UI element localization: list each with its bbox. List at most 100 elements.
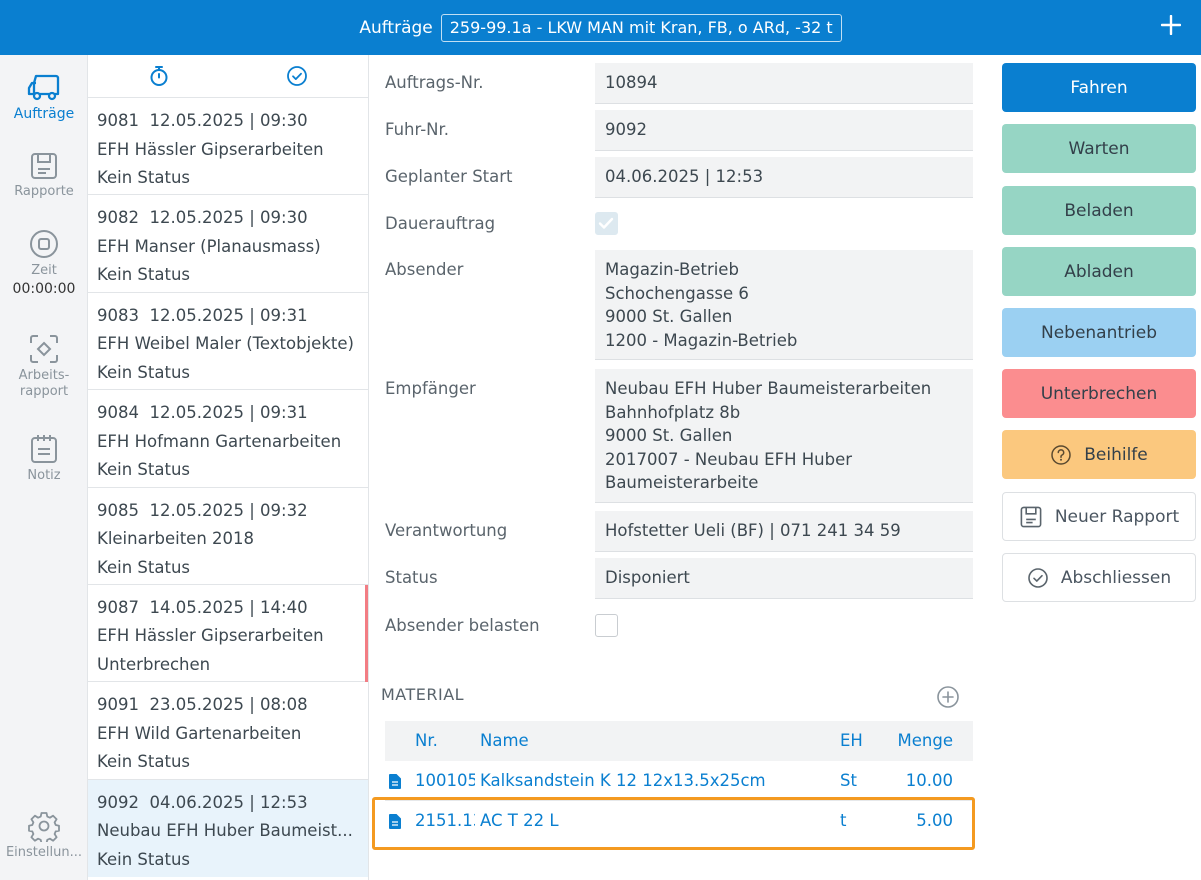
truck-icon [27,74,60,101]
list-item[interactable]: 9081 12.05.2025 | 09:30 EFH Hässler Gips… [88,98,368,196]
report-icon [1020,506,1042,527]
order-name: EFH Weibel Maler (Textobjekte) [97,334,354,354]
neuer-rapport-button[interactable]: Neuer Rapport [1002,492,1196,541]
field-label: Absender [385,260,464,279]
abschliessen-label: Abschliessen [1060,567,1172,588]
list-item-selected[interactable]: 9092 04.06.2025 | 12:53 Neubau EFH Huber… [88,779,368,878]
material-nr: 100105 [415,771,475,790]
address-line: 2017007 - Neubau EFH Huber [605,449,853,469]
address-line: Bahnhofplatz 8b [605,402,741,422]
nav-item-zeit[interactable]: Zeit 00:00:00 [0,228,88,297]
dauerauftrag-checkbox[interactable] [595,212,618,235]
list-item[interactable]: 9082 12.05.2025 | 09:30 EFH Manser (Plan… [88,195,368,293]
address-line: 1200 - Magazin-Betrieb [605,330,798,350]
field-label: Fuhr-Nr. [385,120,450,139]
beladen-button[interactable]: Beladen [1002,186,1196,235]
nav-item-arbeitsrapport[interactable]: Arbeits- rapport [0,333,88,400]
order-status: Kein Status [97,362,191,382]
address-line: Magazin-Betrieb [605,260,739,279]
order-list: 9081 12.05.2025 | 09:30 EFH Hässler Gips… [88,55,369,880]
document-icon [389,774,401,789]
list-item[interactable]: 9091 23.05.2025 | 08:08 EFH Wild Gartena… [88,682,368,780]
nav-label-auftraege: Aufträge [13,106,75,122]
absender-belasten-checkbox[interactable] [595,614,618,637]
nav-item-einstellungen[interactable]: Einstellun... [0,810,88,861]
status-value: Disponiert [595,558,973,599]
nav-item-rapporte[interactable]: Rapporte [0,151,88,200]
top-bar: Aufträge 259-99.1a - LKW MAN mit Kran, F… [0,0,1201,55]
order-number-date: 9087 14.05.2025 | 14:40 [97,597,308,617]
field-label: Absender belasten [385,616,540,635]
absender-value: Magazin-Betrieb Schochengasse 6 9000 St.… [595,250,973,360]
abladen-button[interactable]: Abladen [1002,247,1196,296]
abschliessen-button[interactable]: Abschliessen [1002,553,1196,602]
field-empfaenger: Empfänger Neubau EFH Huber Baumeisterarb… [385,369,973,503]
field-geplanter-start: Geplanter Start 04.06.2025 | 12:53 [385,157,973,198]
order-status: Kein Status [97,265,191,285]
field-absender: Absender Magazin-Betrieb Schochengasse 6… [385,250,973,360]
page-title: Aufträge [359,17,433,38]
check-circle-icon[interactable] [286,65,308,91]
nav-label-arbeitsrapport-1: Arbeits- [18,368,70,383]
order-status: Kein Status [97,849,191,869]
material-table-header: Nr. Name EH Menge [385,721,973,761]
table-row[interactable]: 100105 Kalksandstein K 12 12x13.5x25cm S… [385,761,973,801]
fuhr-nr-value: 9092 [595,110,973,151]
nebenantrieb-button[interactable]: Nebenantrieb [1002,308,1196,357]
plus-circle-icon [937,686,959,708]
gear-icon [28,812,60,842]
order-name: EFH Hofmann Gartenarbeiten [97,431,342,451]
order-name: EFH Manser (Planausmass) [97,236,321,256]
order-number-date: 9082 12.05.2025 | 09:30 [97,208,308,228]
material-section-title: MATERIAL [381,685,465,704]
list-item[interactable]: 9087 14.05.2025 | 14:40 EFH Hässler Gips… [88,584,368,683]
address-line: 9000 St. Gallen [605,307,733,326]
nav-label-rapporte: Rapporte [14,184,74,199]
order-status: Kein Status [97,557,191,577]
column-header-nr[interactable]: Nr. [415,721,475,761]
column-header-menge[interactable]: Menge [898,721,953,761]
column-header-eh[interactable]: EH [840,721,863,761]
material-table: Nr. Name EH Menge 100105 Kalksandstein K… [385,721,973,841]
calendar-note-icon [31,435,57,463]
table-row[interactable]: 2151.132 AC T 22 L t 5.00 [385,801,973,841]
vehicle-select[interactable]: 259-99.1a - LKW MAN mit Kran, FB, o ARd,… [440,13,842,42]
beihilfe-button[interactable]: Beihilfe [1002,430,1196,479]
material-name: Kalksandstein K 12 12x13.5x25cm [480,771,766,790]
fahren-button[interactable]: Fahren [1002,63,1196,112]
material-menge: 5.00 [916,811,953,830]
start-value: 04.06.2025 | 12:53 [595,157,973,198]
field-label: Dauerauftrag [385,214,496,233]
check-circle-icon [1028,567,1048,588]
status-marker [365,584,368,682]
focus-scan-icon [30,335,58,363]
stopwatch-icon[interactable] [148,65,170,91]
list-item[interactable]: 9083 12.05.2025 | 09:31 EFH Weibel Maler… [88,293,368,391]
unterbrechen-button[interactable]: Unterbrechen [1002,369,1196,418]
checkmark-icon [598,217,614,229]
field-verantwortung: Verantwortung Hofstetter Ueli (BF) | 071… [385,511,973,552]
address-line: Neubau EFH Huber Baumeisterarbeiten [605,379,932,398]
empfaenger-value: Neubau EFH Huber Baumeisterarbeiten Bahn… [595,369,973,503]
add-material-button[interactable] [936,685,960,713]
warten-button[interactable]: Warten [1002,124,1196,173]
order-name: EFH Hässler Gipserarbeiten [97,139,324,159]
column-header-name[interactable]: Name [480,721,529,761]
field-label: Geplanter Start [385,167,513,186]
nav-item-auftraege[interactable]: Aufträge [0,73,88,122]
list-item[interactable]: 9084 12.05.2025 | 09:31 EFH Hofmann Gart… [88,390,368,488]
add-order-button[interactable] [1160,10,1182,42]
order-number-date: 9091 23.05.2025 | 08:08 [97,695,308,715]
report-icon [31,153,57,179]
field-label: Verantwortung [385,521,508,540]
beihilfe-label: Beihilfe [1084,444,1148,465]
order-number-date: 9092 04.06.2025 | 12:53 [97,792,308,812]
order-name: EFH Wild Gartenarbeiten [97,723,302,743]
nav-item-notiz[interactable]: Notiz [0,433,88,484]
field-dauerauftrag: Dauerauftrag [385,204,973,244]
help-circle-icon [1051,444,1071,465]
list-item[interactable]: 9085 12.05.2025 | 09:32 Kleinarbeiten 20… [88,488,368,585]
neuer-rapport-label: Neuer Rapport [1054,506,1180,527]
field-fuhr-nr: Fuhr-Nr. 9092 [385,110,973,151]
material-eh: t [840,811,847,830]
